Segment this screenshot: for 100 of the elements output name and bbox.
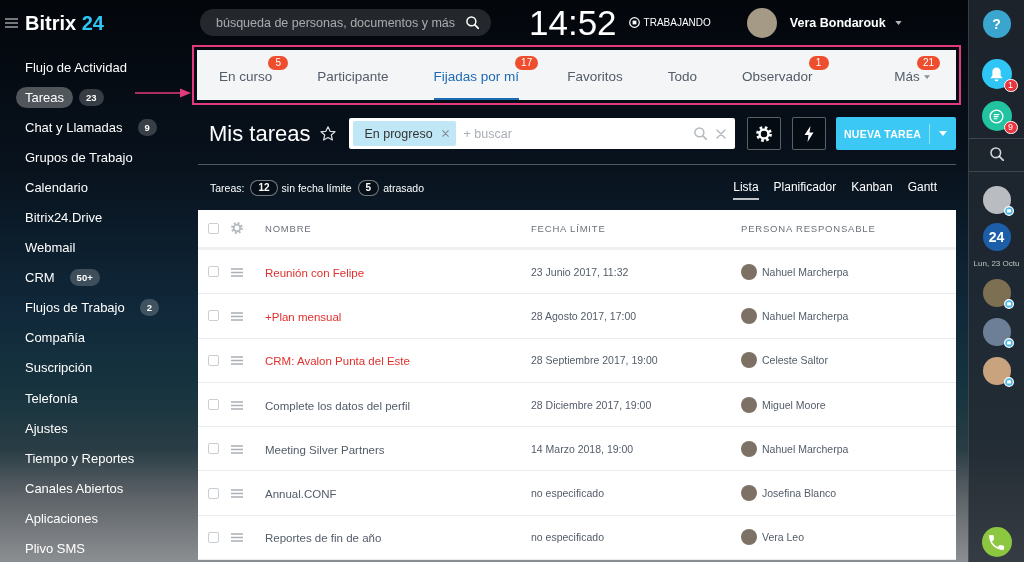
counter-label[interactable]: atrasado	[383, 182, 425, 194]
search-icon[interactable]	[989, 147, 1004, 161]
search-icon[interactable]	[466, 16, 479, 29]
tab[interactable]: En curso 5	[219, 50, 289, 100]
sidebar-item[interactable]: Chat y Llamadas	[16, 116, 132, 138]
sidebar-item[interactable]: Plivo SMS	[16, 538, 94, 560]
task-link[interactable]: Reportes de fin de año	[265, 532, 382, 545]
checkbox[interactable]	[208, 266, 219, 278]
avatar-placeholder	[741, 529, 757, 546]
person-link[interactable]: Nahuel Marcherpa	[762, 309, 849, 322]
row-menu-icon[interactable]	[231, 356, 243, 366]
row-menu-icon[interactable]	[231, 533, 243, 543]
checkbox[interactable]	[208, 223, 219, 234]
person-link[interactable]: Celeste Saltor	[762, 354, 828, 367]
checkbox[interactable]	[208, 310, 219, 322]
task-link[interactable]: +Plan mensual	[265, 310, 342, 323]
person-link[interactable]: Miguel Moore	[762, 398, 826, 411]
task-link[interactable]: Reunión con Felipe	[265, 266, 365, 279]
avatar-placeholder[interactable]	[982, 357, 1011, 385]
deadline-cell-text: 28 Septiembre 2017, 19:00	[531, 354, 659, 367]
sidebar-item[interactable]: Tiempo y Reportes	[16, 447, 144, 469]
person-link[interactable]: Nahuel Marcherpa	[762, 442, 849, 455]
tab[interactable]: Favoritos	[567, 50, 623, 100]
filter-chip[interactable]: En progreso	[353, 121, 456, 146]
avatar-placeholder[interactable]	[982, 279, 1011, 307]
deadline-cell-text: no especificado	[531, 531, 605, 544]
avatar-placeholder[interactable]	[746, 7, 777, 38]
sidebar-item[interactable]: Tareas	[16, 86, 74, 108]
chat-badge-icon	[1003, 377, 1014, 387]
column-header[interactable]: FECHA LÍMITE	[531, 223, 741, 234]
row-menu-icon[interactable]	[231, 311, 243, 321]
checkbox[interactable]	[208, 443, 219, 455]
work-status[interactable]: TRABAJANDO	[643, 17, 711, 28]
notifications-button[interactable]	[981, 59, 1012, 89]
avatar-placeholder[interactable]	[982, 186, 1011, 214]
chats-button[interactable]	[981, 101, 1012, 131]
count-badge: 5	[268, 56, 289, 70]
sidebar-item[interactable]: Suscripción	[16, 357, 102, 379]
sidebar-item[interactable]: Webmail	[16, 237, 85, 259]
view-tab[interactable]: Gantt	[907, 176, 937, 200]
settings-button[interactable]	[747, 117, 781, 150]
task-link[interactable]: Meeting Silver Partners	[265, 443, 385, 456]
person-link[interactable]: Josefina Blanco	[762, 487, 837, 500]
person-link[interactable]: Nahuel Marcherpa	[762, 265, 849, 278]
checkbox[interactable]	[208, 399, 219, 411]
sidebar-item[interactable]: Grupos de Trabajo	[16, 146, 142, 168]
sidebar-item[interactable]: Calendario	[16, 176, 97, 198]
phone-button[interactable]	[981, 527, 1012, 557]
avatar-placeholder	[741, 352, 757, 369]
task-link[interactable]: Annual.CONF	[265, 488, 337, 501]
view-tab[interactable]: Kanban	[851, 176, 893, 200]
count-pill[interactable]: 5	[357, 180, 380, 196]
chat-icon	[989, 108, 1004, 124]
sidebar-item[interactable]: Canales Abiertos	[16, 477, 133, 499]
column-header[interactable]: PERSONA RESPONSABLE	[741, 223, 956, 234]
row-menu-icon[interactable]	[231, 444, 243, 454]
filter-field[interactable]: En progreso + buscar	[349, 118, 735, 149]
lightning-button[interactable]	[792, 117, 826, 150]
sidebar-item[interactable]: CRM	[16, 267, 64, 289]
phone-icon	[989, 534, 1004, 550]
tab[interactable]: Más 21	[894, 50, 940, 100]
checkbox[interactable]	[208, 487, 219, 499]
task-link[interactable]: CRM: Avalon Punta del Este	[265, 355, 410, 368]
tab[interactable]: Fijadas por mí 17	[433, 50, 539, 100]
page-title: Mis tareas	[209, 120, 311, 147]
close-icon[interactable]	[441, 130, 449, 137]
row-menu-icon[interactable]	[231, 489, 243, 499]
clock: 14:52	[529, 4, 617, 41]
sidebar-item[interactable]: Compañía	[16, 327, 94, 349]
row-menu-icon[interactable]	[231, 267, 243, 277]
view-tab[interactable]: Lista	[733, 176, 759, 200]
task-link[interactable]: Complete los datos del perfil	[265, 399, 411, 412]
star-icon[interactable]	[320, 126, 337, 141]
user-name[interactable]: Vera Bondarouk	[789, 15, 886, 30]
view-tab[interactable]: Planificador	[773, 176, 837, 200]
sidebar-item[interactable]: Flujos de Trabajo	[16, 297, 134, 319]
checkbox[interactable]	[208, 354, 219, 366]
item-counter: 9	[137, 118, 157, 136]
sidebar-item[interactable]: Bitrix24.Drive	[16, 207, 112, 228]
avatar-placeholder[interactable]	[982, 318, 1011, 346]
calendar-button[interactable]: 24	[982, 223, 1011, 251]
counter-label[interactable]: sin fecha límite	[281, 182, 352, 194]
menu-icon[interactable]	[5, 18, 18, 28]
count-pill[interactable]: 12	[250, 180, 278, 196]
logo[interactable]: Bitrix 24	[25, 11, 104, 35]
sidebar-item[interactable]: Ajustes	[16, 417, 77, 439]
sidebar-item[interactable]: Flujo de Actividad	[16, 56, 136, 78]
tab[interactable]: Todo	[667, 50, 698, 100]
search-field[interactable]: búsqueda de personas, documentos y más	[200, 9, 491, 36]
tab[interactable]: Participante	[317, 50, 389, 100]
tab[interactable]: Observador 1	[742, 50, 829, 100]
settings-icon[interactable]	[231, 221, 243, 234]
stop-circle-icon[interactable]	[628, 17, 640, 28]
close-icon[interactable]	[716, 128, 726, 139]
row-menu-icon[interactable]	[231, 400, 243, 410]
column-header[interactable]: NOMBRE	[265, 223, 531, 234]
sidebar-item[interactable]: Telefonía	[16, 387, 87, 409]
person-link[interactable]: Vera Leo	[762, 531, 805, 544]
sidebar-item[interactable]: Aplicaciones	[16, 507, 107, 529]
checkbox[interactable]	[208, 531, 219, 543]
